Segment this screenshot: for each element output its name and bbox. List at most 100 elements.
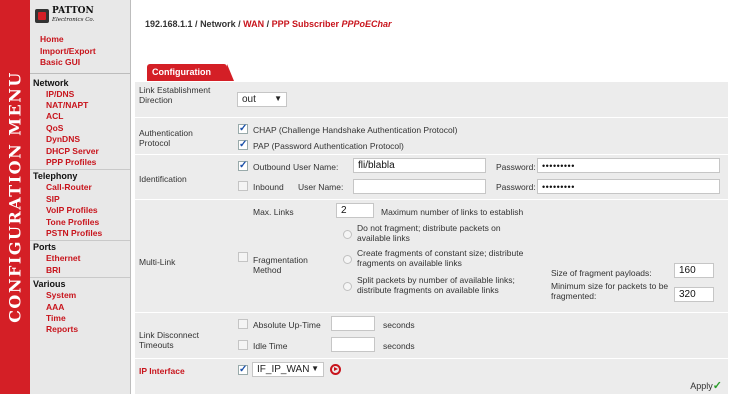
outbound-password-input[interactable]: ••••••••• bbox=[537, 158, 720, 173]
max-links-description: Maximum number of links to establish bbox=[381, 207, 524, 217]
tab-configuration[interactable]: Configuration bbox=[147, 64, 234, 81]
nav-dhcp-server[interactable]: DHCP Server bbox=[30, 146, 130, 157]
nav-call-router[interactable]: Call-Router bbox=[30, 182, 130, 193]
chevron-down-icon: ▼ bbox=[311, 364, 319, 373]
nav-reports[interactable]: Reports bbox=[30, 324, 130, 335]
breadcrumb-ip: 192.168.1.1 bbox=[145, 19, 193, 29]
chevron-down-icon: ▼ bbox=[274, 94, 282, 103]
absolute-uptime-label: Absolute Up-Time bbox=[253, 320, 321, 330]
min-size-input[interactable]: 320 bbox=[674, 287, 714, 302]
nav-menu: Network IP/DNS NAT/NAPT ACL QoS DynDNS D… bbox=[30, 74, 130, 336]
nav-qos[interactable]: QoS bbox=[30, 123, 130, 134]
breadcrumb-current: PPPoEChar bbox=[341, 19, 392, 29]
absolute-uptime-unit: seconds bbox=[383, 320, 415, 330]
logo-icon bbox=[35, 9, 49, 23]
idle-time-checkbox[interactable] bbox=[238, 340, 248, 350]
inbound-password-label: Password: bbox=[496, 182, 536, 192]
nav-system[interactable]: System bbox=[30, 290, 130, 301]
breadcrumb: 192.168.1.1 / Network / WAN / PPP Subscr… bbox=[145, 19, 392, 29]
row-ip-interface: IP Interface IF_IP_WAN▼ Apply✓ bbox=[135, 358, 728, 394]
nav-bri[interactable]: BRI bbox=[30, 265, 130, 276]
nav-group-ports: Ports bbox=[30, 240, 130, 253]
fragment-option-split-label: Split packets by number of available lin… bbox=[357, 275, 515, 295]
logo-text: PATTON Electronics Co. bbox=[52, 6, 95, 24]
nav-acl[interactable]: ACL bbox=[30, 111, 130, 122]
configuration-menu-title: CONFIGURATION MENU bbox=[5, 71, 25, 323]
main-content: 192.168.1.1 / Network / WAN / PPP Subscr… bbox=[131, 0, 732, 394]
min-size-label: Minimum size for packets to be fragmente… bbox=[551, 281, 669, 301]
link-establishment-select[interactable]: out ▼ bbox=[237, 92, 287, 107]
max-links-input[interactable]: 2 bbox=[336, 203, 374, 218]
row-multilink: Multi-Link Max. Links 2 Maximum number o… bbox=[135, 199, 728, 311]
identification-label: Identification bbox=[139, 174, 187, 184]
nav-basic-gui[interactable]: Basic GUI bbox=[40, 57, 130, 69]
nav-dyndns[interactable]: DynDNS bbox=[30, 134, 130, 145]
outbound-checkbox[interactable] bbox=[238, 160, 248, 171]
outbound-user-name-input[interactable]: fli/blabla bbox=[353, 158, 486, 173]
nav-ip-dns[interactable]: IP/DNS bbox=[30, 89, 130, 100]
outbound-password-label: Password: bbox=[496, 162, 536, 172]
nav-nat-napt[interactable]: NAT/NAPT bbox=[30, 100, 130, 111]
fragment-option-split-radio[interactable] bbox=[343, 282, 352, 291]
configuration-menu-strip: CONFIGURATION MENU bbox=[0, 0, 30, 394]
nav-group-telephony: Telephony bbox=[30, 169, 130, 182]
authentication-label: Authentication Protocol bbox=[139, 128, 193, 148]
row-identification: Identification Outbound User Name: fli/b… bbox=[135, 154, 728, 198]
ip-interface-label: IP Interface bbox=[139, 366, 185, 376]
fragment-size-label: Size of fragment payloads: bbox=[551, 268, 652, 278]
configuration-panel: Link Establishment Direction out ▼ Authen… bbox=[135, 81, 728, 394]
ip-interface-checkbox[interactable] bbox=[238, 364, 248, 375]
fragment-size-input[interactable]: 160 bbox=[674, 263, 714, 278]
nav-home[interactable]: Home bbox=[40, 34, 130, 46]
sidebar: PATTON Electronics Co. Home Import/Export… bbox=[30, 0, 131, 394]
breadcrumb-ppp-subscriber[interactable]: PPP Subscriber bbox=[272, 19, 339, 29]
nav-group-network: Network bbox=[33, 77, 69, 88]
nav-sip[interactable]: SIP bbox=[30, 194, 130, 205]
logo: PATTON Electronics Co. bbox=[30, 0, 130, 32]
nav-pstn-profiles[interactable]: PSTN Profiles bbox=[30, 228, 130, 239]
idle-time-unit: seconds bbox=[383, 341, 415, 351]
nav-time[interactable]: Time bbox=[30, 313, 130, 324]
chap-label: CHAP (Challenge Handshake Authentication… bbox=[253, 125, 458, 135]
link-establishment-label: Link Establishment Direction bbox=[139, 85, 211, 105]
apply-button[interactable]: Apply✓ bbox=[690, 379, 722, 392]
inbound-checkbox[interactable] bbox=[238, 181, 248, 191]
absolute-uptime-checkbox[interactable] bbox=[238, 319, 248, 329]
fragment-option-constant-radio[interactable] bbox=[343, 255, 352, 264]
breadcrumb-network[interactable]: Network bbox=[200, 19, 236, 29]
nav-group-various: Various bbox=[30, 277, 130, 290]
idle-time-input[interactable] bbox=[331, 337, 375, 352]
fragment-option-constant-label: Create fragments of constant size; distr… bbox=[357, 248, 524, 268]
nav-top: Home Import/Export Basic GUI bbox=[30, 34, 130, 74]
multilink-checkbox[interactable] bbox=[238, 252, 248, 262]
chap-checkbox[interactable] bbox=[238, 123, 248, 134]
ip-interface-select[interactable]: IF_IP_WAN ▼ bbox=[252, 362, 324, 377]
nav-aaa[interactable]: AAA bbox=[30, 302, 130, 313]
timeouts-label: Link Disconnect Timeouts bbox=[139, 330, 200, 350]
outbound-label: Outbound bbox=[253, 162, 291, 172]
inbound-user-name-input[interactable] bbox=[353, 179, 486, 194]
pap-label: PAP (Password Authentication Protocol) bbox=[253, 141, 404, 151]
breadcrumb-wan[interactable]: WAN bbox=[243, 19, 264, 29]
inbound-password-input[interactable]: ••••••••• bbox=[537, 179, 720, 194]
multilink-label: Multi-Link bbox=[139, 257, 176, 267]
outbound-user-name-label: User Name: bbox=[293, 162, 339, 172]
nav-ppp-profiles[interactable]: PPP Profiles bbox=[30, 157, 130, 168]
nav-tone-profiles[interactable]: Tone Profiles bbox=[30, 217, 130, 228]
inbound-label: Inbound bbox=[253, 182, 284, 192]
row-link-establishment: Link Establishment Direction out ▼ bbox=[135, 81, 728, 116]
nav-voip-profiles[interactable]: VoIP Profiles bbox=[30, 205, 130, 216]
pap-checkbox[interactable] bbox=[238, 139, 248, 150]
nav-import-export[interactable]: Import/Export bbox=[40, 46, 130, 58]
checkmark-icon: ✓ bbox=[712, 380, 722, 392]
fragmentation-method-label: Fragmentation Method bbox=[253, 255, 308, 275]
inbound-user-name-label: User Name: bbox=[298, 182, 344, 192]
nav-ethernet[interactable]: Ethernet bbox=[30, 253, 130, 264]
fragment-option-none-radio[interactable] bbox=[343, 230, 352, 239]
idle-time-label: Idle Time bbox=[253, 341, 288, 351]
go-arrow-icon[interactable] bbox=[330, 364, 341, 375]
app-window: CONFIGURATION MENU PATTON Electronics Co.… bbox=[0, 0, 732, 394]
absolute-uptime-input[interactable] bbox=[331, 316, 375, 331]
row-authentication: Authentication Protocol CHAP (Challenge … bbox=[135, 117, 728, 153]
fragment-option-none-label: Do not fragment; distribute packets on a… bbox=[357, 223, 501, 243]
